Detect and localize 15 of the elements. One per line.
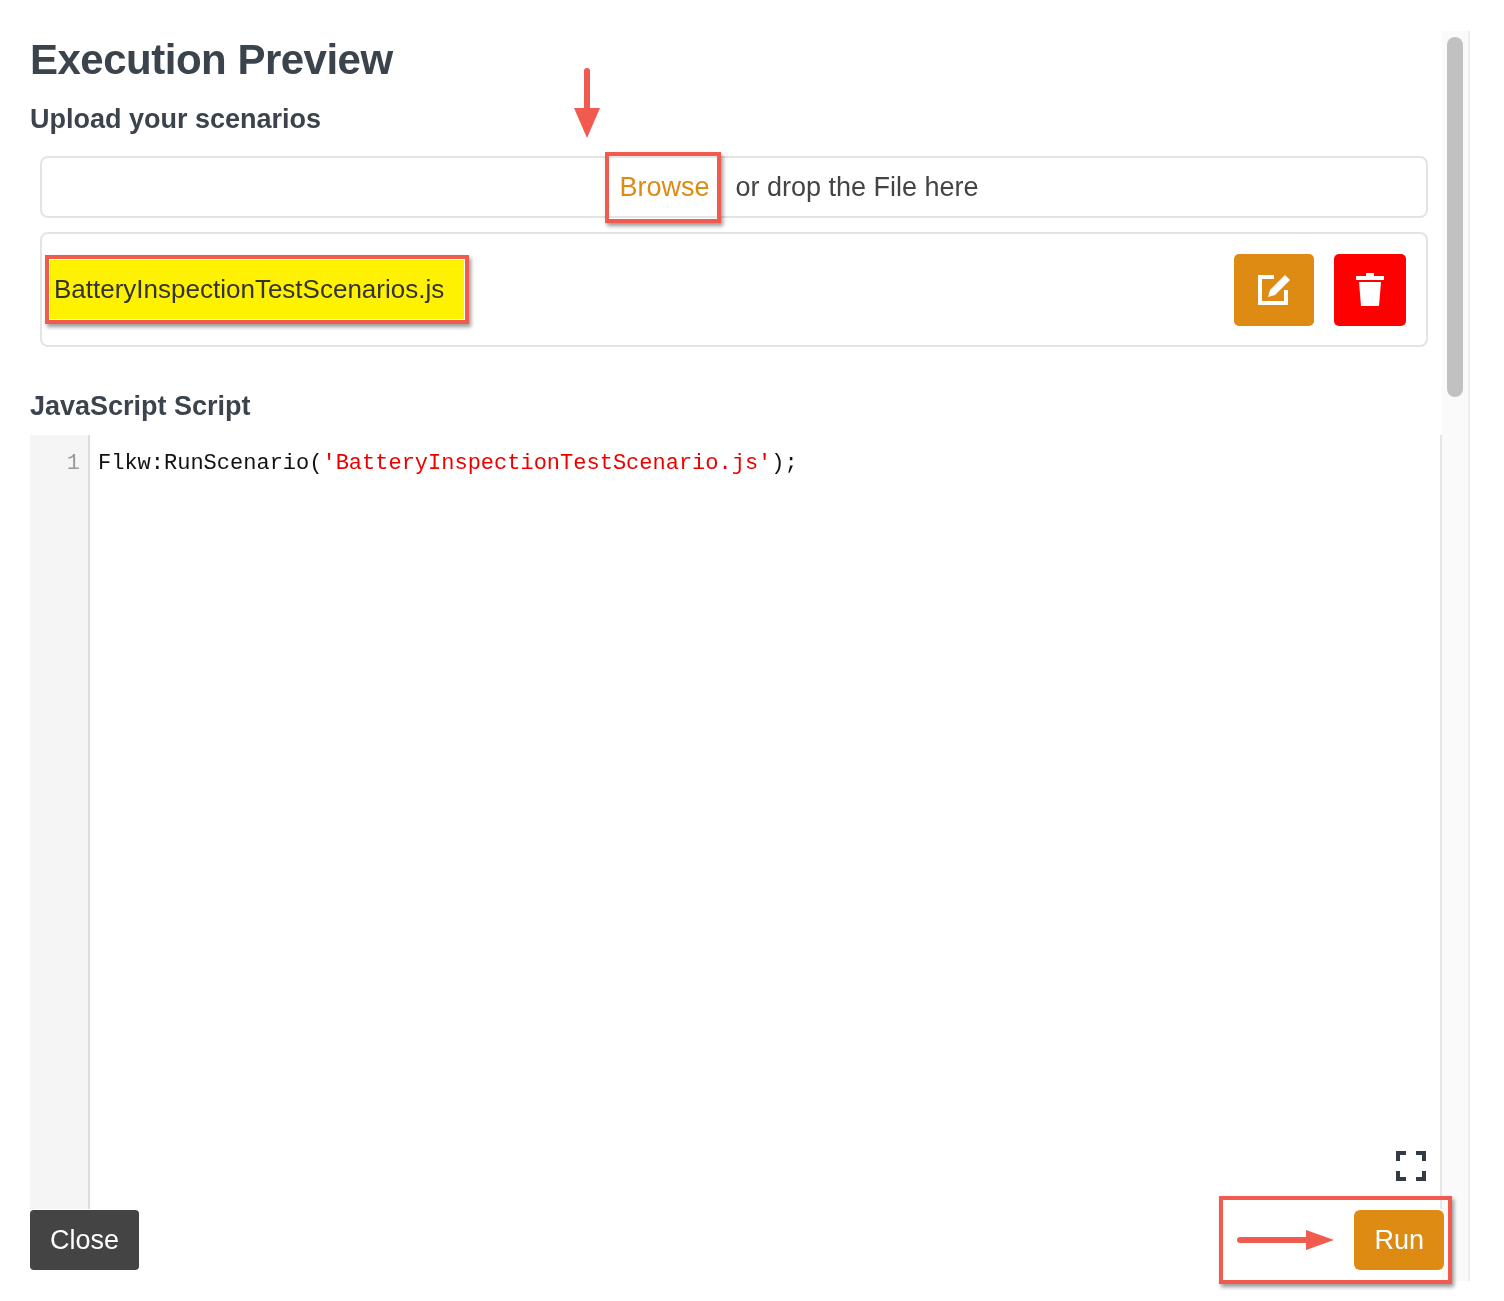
code-editor[interactable]: 1 Flkw:RunScenario('BatteryInspectionTestScenario.js'); bbox=[30, 435, 1442, 1209]
fullscreen-icon[interactable] bbox=[1396, 1151, 1426, 1181]
section-heading: Upload your scenarios bbox=[30, 104, 323, 136]
drop-hint: or drop the File here bbox=[735, 171, 979, 203]
annotation-arrow bbox=[572, 68, 602, 140]
file-name: BatteryInspectionTestScenarios.js bbox=[50, 260, 465, 319]
close-button[interactable]: Close bbox=[30, 1210, 140, 1270]
trash-icon bbox=[1356, 272, 1384, 307]
dialog-title: Execution Preview bbox=[30, 36, 394, 85]
edit-button[interactable] bbox=[1234, 253, 1314, 326]
line-number: 1 bbox=[65, 451, 81, 476]
edit-icon bbox=[1256, 272, 1292, 307]
delete-button[interactable] bbox=[1334, 253, 1406, 326]
section-heading: JavaScript Script bbox=[30, 391, 252, 423]
code-line: Flkw:RunScenario('BatteryInspectionTestScenario.js'); bbox=[98, 451, 798, 476]
